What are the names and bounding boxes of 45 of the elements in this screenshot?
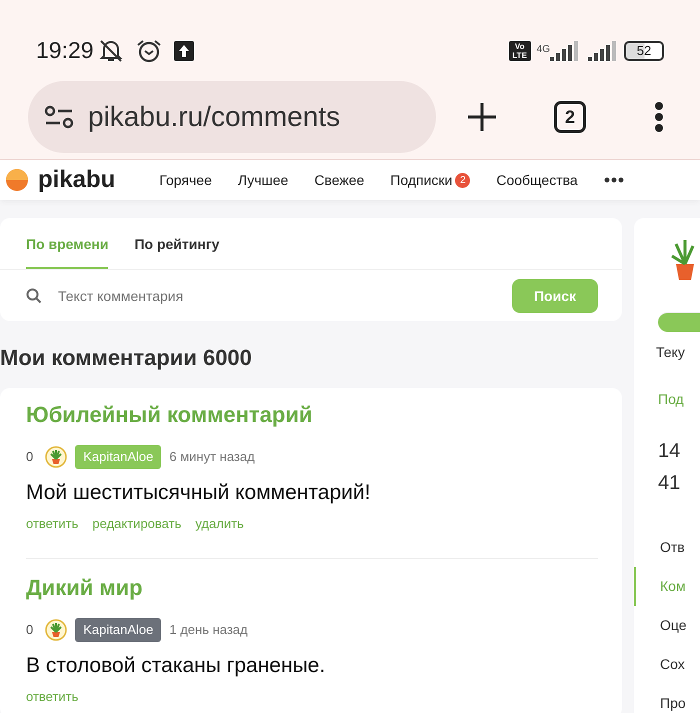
search-icon bbox=[26, 288, 42, 304]
nav-link[interactable]: Свежее bbox=[314, 170, 364, 190]
stat-value: 41 bbox=[658, 471, 682, 496]
alarm-clock-icon bbox=[136, 38, 162, 64]
url-text: pikabu.ru/comments bbox=[88, 100, 340, 134]
signal-icon bbox=[588, 40, 618, 60]
comment-text: Мой шеститысячный комментарий! bbox=[26, 480, 372, 506]
avatar-icon bbox=[45, 618, 68, 641]
bell-off-icon bbox=[98, 38, 124, 64]
tab-count-button[interactable]: 2 bbox=[554, 101, 586, 133]
plus-icon bbox=[466, 101, 498, 133]
nav-link[interactable]: Горячее bbox=[159, 170, 212, 190]
upload-icon bbox=[174, 40, 194, 60]
clock-time: 19:29 bbox=[36, 36, 94, 66]
page-heading: Мои комментарии 6000 bbox=[0, 344, 253, 372]
nav-link[interactable]: Лучшее bbox=[238, 170, 288, 190]
avatar-icon bbox=[45, 446, 68, 468]
sidebar-menu-item[interactable]: Про bbox=[634, 684, 700, 713]
nav-link[interactable]: Подписки bbox=[390, 170, 452, 190]
sidebar-menu-item[interactable]: Оце bbox=[634, 606, 700, 645]
comment-text: В столовой стаканы граненые. bbox=[26, 652, 326, 678]
menu-button[interactable] bbox=[654, 101, 664, 133]
more-icon bbox=[604, 177, 624, 183]
progress-pill bbox=[658, 312, 700, 332]
sidebar-menu-item[interactable]: Сох bbox=[634, 645, 700, 684]
nav-link[interactable]: Сообщества bbox=[496, 170, 578, 190]
site-logo[interactable]: pikabu bbox=[38, 162, 116, 198]
comment-time: 1 день назад bbox=[169, 621, 248, 639]
comment-time: 6 минут назад bbox=[169, 448, 255, 466]
sidebar-menu-item[interactable]: Отв bbox=[634, 528, 700, 567]
sidebar-label: Теку bbox=[656, 343, 685, 362]
volte-label: Vo LTE bbox=[508, 40, 531, 60]
notification-badge: 2 bbox=[455, 172, 470, 188]
address-bar[interactable]: pikabu.ru/comments bbox=[28, 81, 436, 153]
rating-value: 0 bbox=[26, 621, 34, 639]
site-settings-icon bbox=[44, 105, 74, 129]
new-tab-button[interactable] bbox=[466, 101, 498, 133]
author-badge[interactable]: KapitanAloe bbox=[75, 618, 162, 642]
more-icon bbox=[654, 101, 664, 133]
stat-value: 14 bbox=[658, 439, 682, 464]
network-type: 4G bbox=[536, 43, 550, 57]
rating-value: 0 bbox=[26, 448, 34, 466]
signal-icon bbox=[550, 40, 580, 60]
battery-icon: 52 bbox=[624, 40, 664, 60]
sort-tab[interactable]: По рейтингу bbox=[134, 218, 220, 269]
